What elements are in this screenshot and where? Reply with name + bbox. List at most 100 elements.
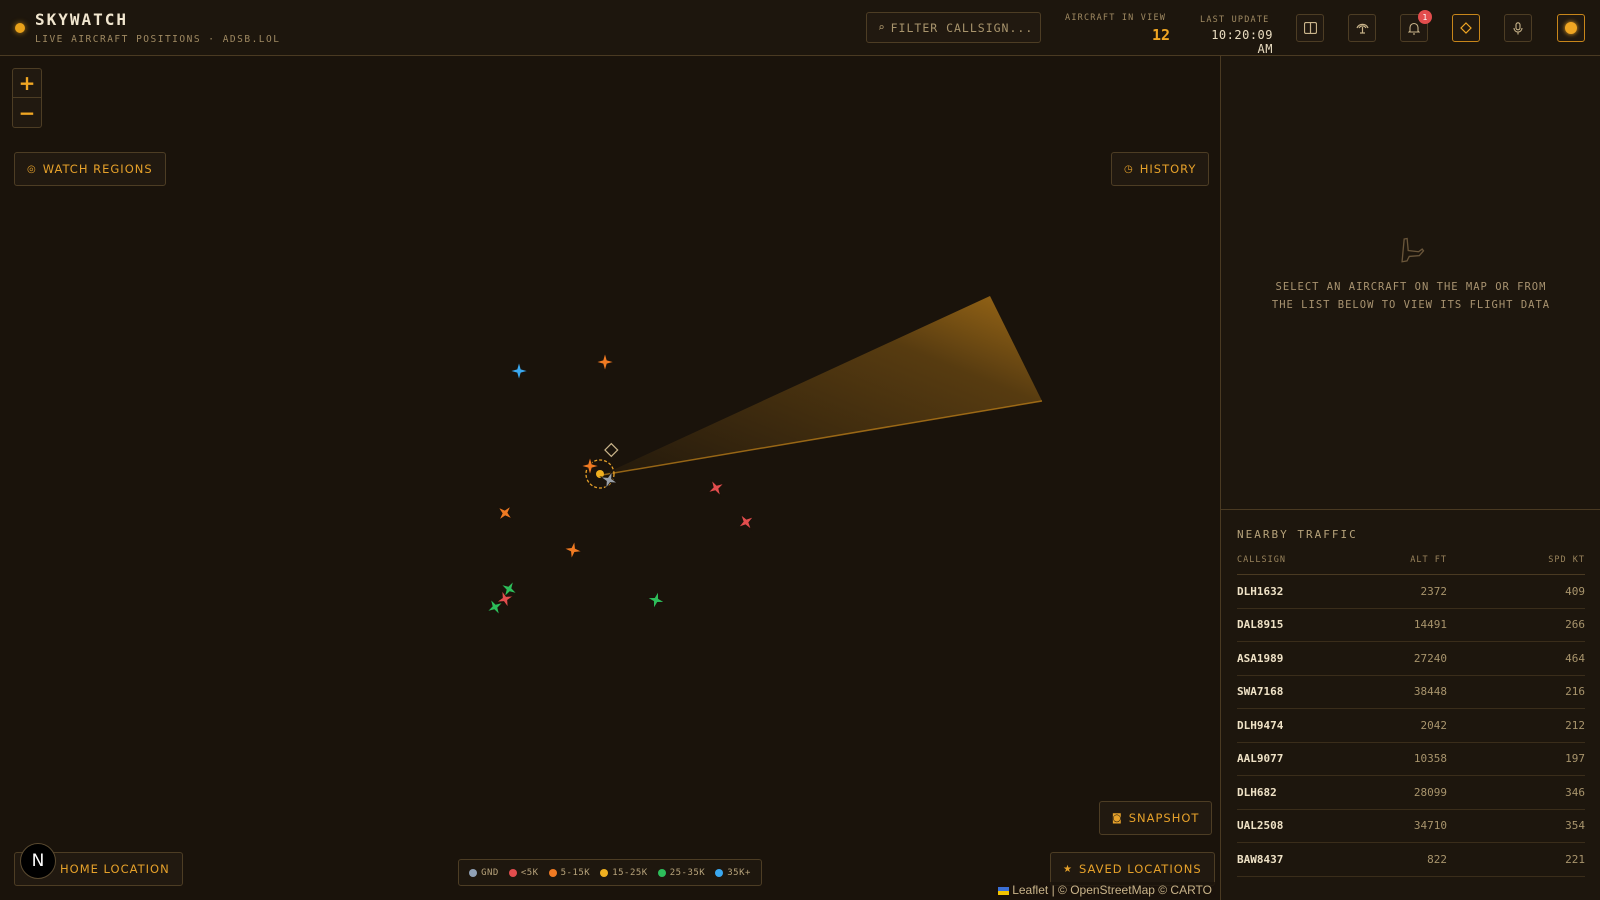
speed-cell: 409 [1565,584,1585,598]
speed-cell: 464 [1565,651,1585,665]
legend-item: 25-35K [657,868,706,878]
legend-color-dot [469,868,478,877]
col-speed[interactable]: SPD KT [1447,555,1585,565]
speed-cell: 197 [1565,752,1585,766]
history-label: HISTORY [1139,162,1197,176]
callsign-filter-input[interactable]: ⌕ FILTER CALLSIGN... [866,12,1041,43]
side-panel: SELECT AN AIRCRAFT ON THE MAP OR FROM TH… [1220,56,1600,900]
callsign-cell: DLH9474 [1237,718,1284,732]
speed-cell: 216 [1565,685,1585,699]
callsign-cell: DLH682 [1237,785,1277,799]
theme-toggle-button[interactable] [1557,14,1585,42]
last-update-time: 10:20:09 AM [1211,28,1273,56]
traffic-row[interactable]: AAL9077 10358 197 [1237,743,1585,776]
legend-color-dot [508,868,517,877]
legend-label: 35K+ [727,867,751,878]
sun-icon [1565,22,1577,34]
altitude-cell: 34710 [1413,819,1447,833]
radio-tower-icon [1355,23,1369,34]
aircraft-in-view-label: AIRCRAFT IN VIEW [1065,13,1167,23]
altitude-cell: 10358 [1413,752,1447,766]
filter-placeholder: FILTER CALLSIGN... [890,20,1034,35]
nearby-traffic-title: NEARBY TRAFFIC [1237,528,1358,541]
aircraft-marker[interactable] [509,361,529,381]
saved-locations-button[interactable]: ★ SAVED LOCATIONS [1050,852,1215,886]
callsign-cell: UAL2508 [1237,819,1284,833]
legend-label: <5K [520,867,539,878]
notification-badge: 1 [1418,10,1432,24]
altitude-cell: 27240 [1413,651,1447,665]
speed-cell: 354 [1565,819,1585,833]
callsign-cell: DLH1632 [1237,584,1284,598]
speed-cell: 266 [1565,618,1585,632]
snapshot-button[interactable]: ◙ SNAPSHOT [1099,801,1213,835]
traffic-row[interactable]: BAW8437 822 221 [1237,843,1585,877]
traffic-row[interactable]: ASA1989 27240 464 [1237,642,1585,676]
altitude-cell: 14491 [1413,618,1447,632]
legend-item: <5K [508,867,539,878]
traffic-row[interactable]: DLH682 28099 346 [1237,776,1585,810]
legend-item: 5-15K [548,867,591,878]
speed-cell: 346 [1565,785,1585,799]
star-icon: ★ [1063,863,1073,875]
speed-cell: 212 [1565,718,1585,732]
traffic-row[interactable]: SWA7168 38448 216 [1237,676,1585,709]
saved-locations-label: SAVED LOCATIONS [1078,862,1202,876]
history-button[interactable]: ◷ HISTORY [1111,152,1210,186]
callsign-cell: AAL9077 [1237,752,1284,766]
app-logo-icon: N [20,843,56,879]
traffic-table-header: CALLSIGN ALT FT SPD KT [1237,555,1585,575]
camera-icon: ◙ [1112,812,1123,824]
traffic-row[interactable]: DAL8915 14491 266 [1237,609,1585,642]
legend-item: GND [469,868,499,878]
last-update-label: LAST UPDATE [1200,15,1270,25]
clock-icon: ◷ [1124,163,1134,175]
map-attribution: Leaflet | © OpenStreetMap © CARTO [994,882,1216,898]
target-icon: ◎ [27,163,37,175]
aircraft-marker[interactable] [595,352,615,372]
legend-label: 5-15K [560,867,591,878]
leaflet-link[interactable]: Leaflet [1012,883,1048,897]
speed-cell: 221 [1565,852,1585,866]
traffic-row[interactable]: DLH9474 2042 212 [1237,709,1585,743]
top-bar: SKYWATCH LIVE AIRCRAFT POSITIONS · ADSB.… [0,0,1600,56]
aircraft-marker[interactable] [580,456,600,476]
aircraft-marker[interactable] [561,538,584,561]
callsign-cell: SWA7168 [1237,685,1284,699]
legend-item: 35K+ [715,868,751,878]
col-callsign[interactable]: CALLSIGN [1237,555,1357,565]
altitude-cell: 38448 [1413,685,1447,699]
callsign-cell: DAL8915 [1237,618,1284,632]
aircraft-in-view-count: 12 [1151,26,1170,44]
split-view-button[interactable] [1296,14,1324,42]
altitude-cell: 822 [1427,852,1447,866]
select-aircraft-hint: SELECT AN AIRCRAFT ON THE MAP OR FROM TH… [1271,281,1551,311]
waypoint-marker[interactable] [604,442,619,458]
radio-tower-button[interactable] [1348,14,1376,42]
watch-regions-button[interactable]: ◎ WATCH REGIONS [14,152,166,186]
legend-color-dot [548,868,557,877]
app-title: SKYWATCH [35,10,129,29]
waypoint-button[interactable] [1452,14,1480,42]
callsign-cell: ASA1989 [1237,651,1284,665]
traffic-row[interactable]: UAL2508 34710 354 [1237,810,1585,843]
microphone-icon [1513,21,1523,34]
search-icon: ⌕ [878,21,886,34]
altitude-cell: 28099 [1413,785,1447,799]
watch-regions-label: WATCH REGIONS [42,162,153,176]
legend-label: GND [481,867,499,878]
diamond-icon [1460,22,1472,34]
col-altitude[interactable]: ALT FT [1357,555,1447,565]
split-view-icon [1303,22,1317,34]
home-location-label: HOME LOCATION [60,862,170,876]
map-canvas[interactable]: + − ◎ WATCH REGIONS ◷ HISTORY ◙ SNAPSHOT… [0,56,1220,900]
microphone-button[interactable] [1504,14,1532,42]
traffic-row[interactable]: DLH1632 2372 409 [1237,575,1585,609]
nearby-traffic-section: NEARBY TRAFFIC CALLSIGN ALT FT SPD KT DL… [1237,528,1585,877]
zoom-out-button[interactable]: − [13,98,41,127]
legend-color-dot [657,868,666,877]
radar-sweep-beam [602,296,1042,475]
notifications-button[interactable]: 1 [1400,10,1432,42]
traffic-table-body: DLH1632 2372 409 DAL8915 14491 266 ASA1989 2724… [1237,575,1585,877]
zoom-in-button[interactable]: + [13,69,41,98]
